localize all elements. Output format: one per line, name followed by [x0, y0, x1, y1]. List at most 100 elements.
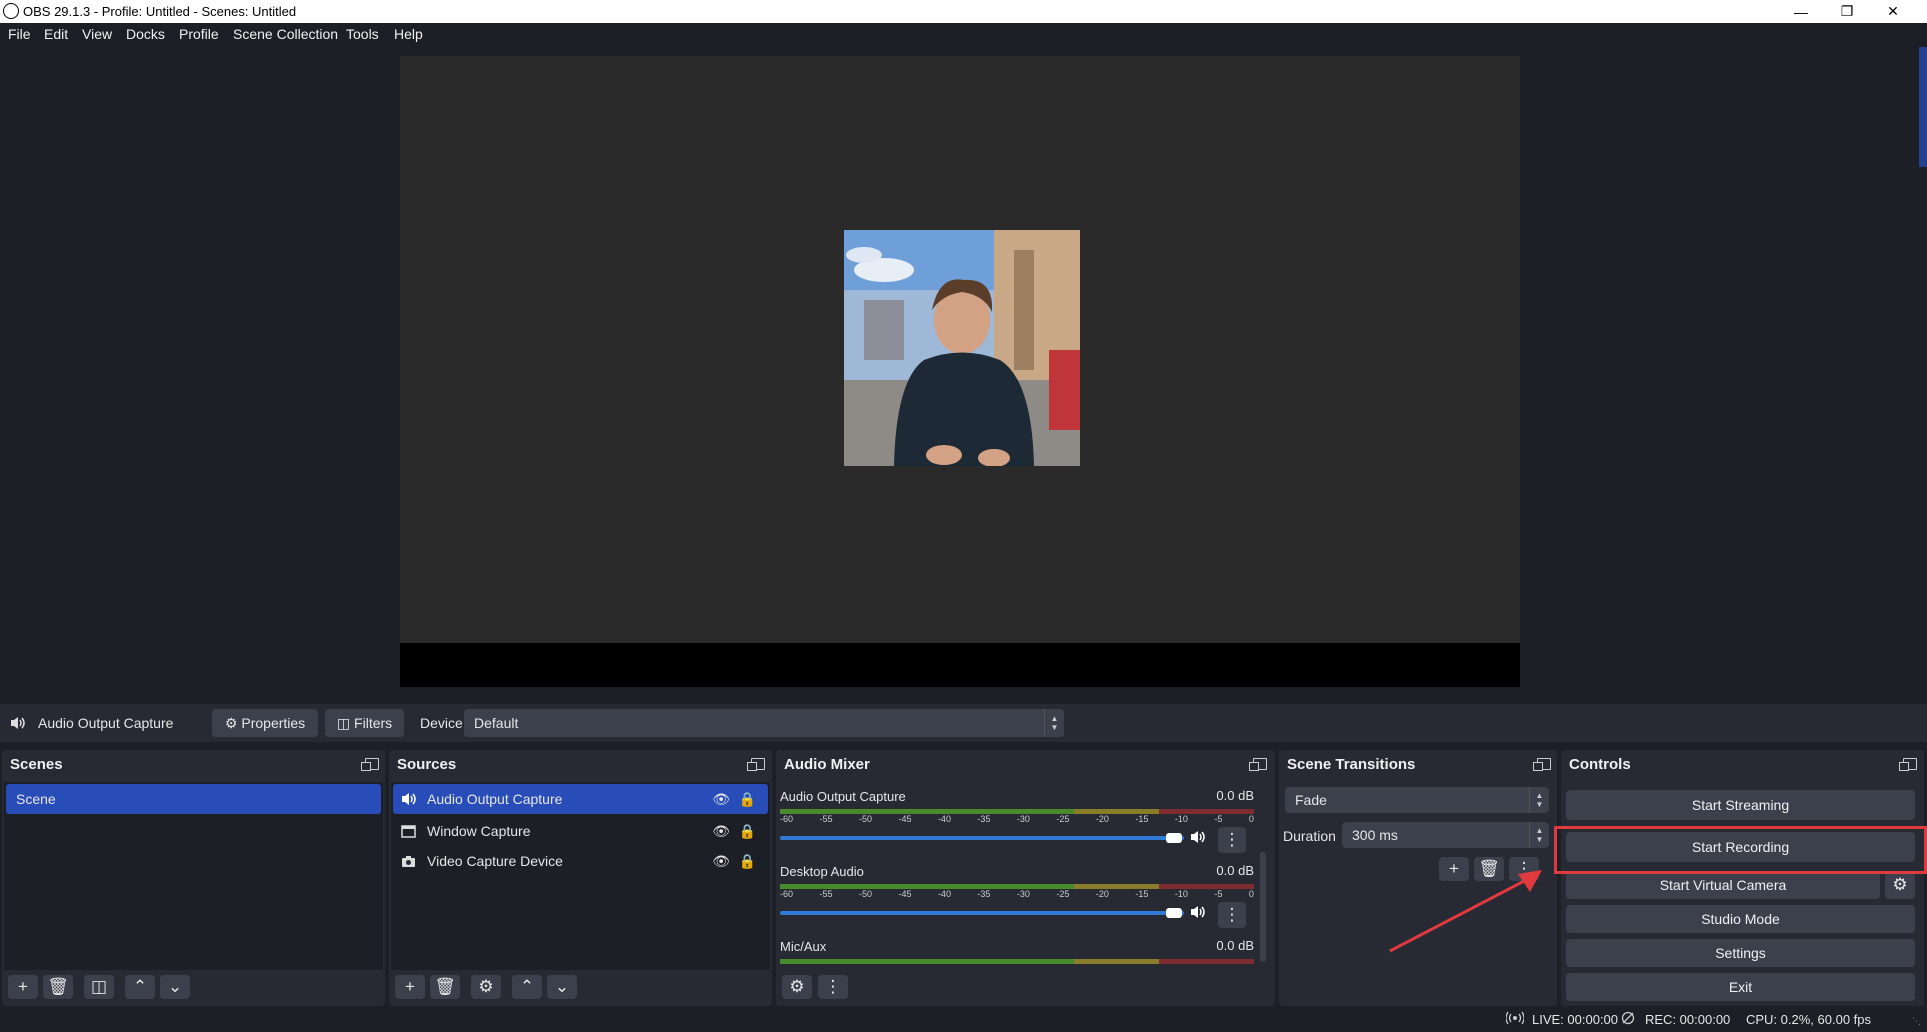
properties-button[interactable]: ⚙ Properties: [212, 709, 318, 737]
scenes-dock: Scenes Scene + 🗑 ◫ ⌃ ⌄: [2, 750, 385, 1006]
lock-icon[interactable]: 🔒: [739, 823, 756, 840]
gear-icon: ⚙: [1892, 875, 1908, 894]
menu-bar: File Edit View Docks Profile Scene Colle…: [0, 23, 1927, 47]
gears-icon: ⚙: [789, 977, 805, 996]
controls-title: Controls: [1569, 756, 1631, 773]
close-icon[interactable]: ✕: [1870, 0, 1916, 23]
channel-level: 0.0 dB: [1216, 938, 1254, 953]
menu-view[interactable]: View: [82, 26, 112, 42]
sources-title: Sources: [397, 756, 457, 773]
advanced-audio-button[interactable]: ⚙: [782, 975, 812, 999]
chevron-up-icon: ⌃: [519, 977, 535, 996]
chevron-up-icon: ⌃: [132, 977, 148, 996]
preview-scrollbar[interactable]: [1919, 47, 1927, 167]
source-item[interactable]: Audio Output Capture 👁 🔒: [393, 784, 768, 814]
undock-icon[interactable]: [1533, 758, 1551, 771]
obs-logo-icon: [3, 3, 19, 19]
highlight-box: [1554, 826, 1927, 874]
scene-transitions-title: Scene Transitions: [1287, 756, 1416, 773]
annotation-arrow: [1389, 870, 1542, 953]
move-scene-up-button[interactable]: ⌃: [125, 975, 155, 999]
channel-menu-button[interactable]: ⋮: [1218, 902, 1246, 928]
mixer-channel: Desktop Audio 0.0 dB -60 -55 -50 -45 -40 -35-…: [780, 863, 1254, 899]
filter-icon: ◫: [336, 714, 351, 731]
volume-slider[interactable]: [780, 836, 1184, 840]
resize-grip-icon[interactable]: ⋱: [1912, 1016, 1921, 1027]
menu-help[interactable]: Help: [394, 26, 423, 42]
channel-menu-button[interactable]: ⋮: [1218, 827, 1246, 853]
channel-name: Mic/Aux: [780, 939, 827, 954]
more-vertical-icon: ⋮: [1223, 830, 1241, 849]
undock-icon[interactable]: [1249, 758, 1267, 771]
start-streaming-button[interactable]: Start Streaming: [1566, 790, 1915, 820]
device-label: Device: [420, 715, 463, 731]
volume-slider[interactable]: [780, 911, 1184, 915]
move-scene-down-button[interactable]: ⌄: [160, 975, 190, 999]
move-source-up-button[interactable]: ⌃: [512, 975, 542, 999]
eye-icon[interactable]: 👁: [712, 823, 730, 840]
sources-dock: Sources Audio Output Capture 👁 🔒 Window …: [389, 750, 772, 1006]
menu-edit[interactable]: Edit: [44, 26, 68, 42]
scenes-list[interactable]: Scene: [4, 782, 383, 970]
rec-status: REC: 00:00:00: [1645, 1012, 1731, 1027]
add-scene-button[interactable]: +: [8, 975, 38, 999]
lock-icon[interactable]: 🔒: [739, 791, 756, 808]
settings-button[interactable]: Settings: [1566, 939, 1915, 967]
undock-icon[interactable]: [747, 758, 765, 771]
filters-button[interactable]: ◫ Filters: [325, 709, 404, 737]
live-status: LIVE: 00:00:00: [1532, 1012, 1619, 1027]
meter-ticks: -60 -55 -50 -45 -40 -35 -30 -25 -20 -15 -10 -5 0: [780, 889, 1254, 899]
menu-file[interactable]: File: [8, 26, 31, 42]
audio-mixer-title: Audio Mixer: [784, 756, 870, 773]
maximize-icon[interactable]: ❐: [1824, 0, 1870, 23]
device-select[interactable]: Default ▲ ▼: [464, 709, 1064, 737]
menu-scene-collection[interactable]: Scene Collection: [233, 26, 338, 42]
minimize-icon[interactable]: —: [1778, 0, 1824, 23]
move-source-down-button[interactable]: ⌄: [547, 975, 577, 999]
eye-icon[interactable]: 👁: [712, 853, 730, 870]
trash-icon: 🗑: [434, 977, 456, 996]
transition-select[interactable]: Fade ▲ ▼: [1285, 787, 1549, 813]
mixer-scrollbar[interactable]: [1260, 852, 1266, 962]
duration-label: Duration: [1283, 828, 1336, 844]
undock-icon[interactable]: [361, 758, 379, 771]
channel-name: Desktop Audio: [780, 864, 864, 879]
menu-docks[interactable]: Docks: [126, 26, 165, 42]
trash-icon: 🗑: [47, 977, 69, 996]
studio-mode-button[interactable]: Studio Mode: [1566, 905, 1915, 933]
audio-mixer-dock: Audio Mixer Audio Output Capture 0.0 dB …: [776, 750, 1275, 1006]
remove-source-button[interactable]: 🗑: [430, 975, 460, 999]
eye-icon[interactable]: 👁: [712, 791, 730, 808]
source-item[interactable]: Window Capture 👁 🔒: [393, 816, 768, 846]
source-item[interactable]: Video Capture Device 👁 🔒: [393, 846, 768, 876]
lock-icon[interactable]: 🔒: [739, 853, 756, 870]
virtual-camera-settings-button[interactable]: ⚙: [1885, 871, 1915, 899]
add-source-button[interactable]: +: [395, 975, 425, 999]
window-icon: [401, 824, 423, 838]
mixer-menu-button[interactable]: ⋮: [818, 975, 848, 999]
scene-item[interactable]: Scene: [6, 784, 381, 814]
speaker-icon[interactable]: [1190, 829, 1208, 845]
duration-spinbox[interactable]: 300 ms ▲ ▼: [1342, 822, 1549, 848]
undock-icon[interactable]: [1899, 758, 1917, 771]
remove-scene-button[interactable]: 🗑: [43, 975, 73, 999]
volume-slider-handle[interactable]: [1166, 833, 1182, 843]
volume-slider-handle[interactable]: [1166, 908, 1182, 918]
scene-filters-button[interactable]: ◫: [84, 975, 114, 999]
source-properties-button[interactable]: ⚙: [471, 975, 501, 999]
sources-list[interactable]: Audio Output Capture 👁 🔒 Window Capture …: [391, 782, 770, 970]
gear-icon: ⚙: [224, 714, 238, 731]
plus-icon: +: [18, 977, 28, 996]
exit-button[interactable]: Exit: [1566, 973, 1915, 1001]
volume-meter: [780, 959, 1254, 964]
channel-level: 0.0 dB: [1216, 863, 1254, 878]
filter-icon: ◫: [90, 977, 108, 996]
meter-ticks: -60 -55 -50 -45 -40 -35 -30 -25 -20 -15 -10 -5 0: [780, 814, 1254, 824]
menu-tools[interactable]: Tools: [346, 26, 379, 42]
start-virtual-camera-button[interactable]: Start Virtual Camera: [1566, 871, 1880, 899]
speaker-icon: [401, 791, 423, 807]
speaker-icon[interactable]: [1190, 904, 1208, 920]
preview-canvas-letterbox: [400, 643, 1520, 687]
menu-profile[interactable]: Profile: [179, 26, 219, 42]
chevron-down-icon: ⌄: [554, 977, 570, 996]
